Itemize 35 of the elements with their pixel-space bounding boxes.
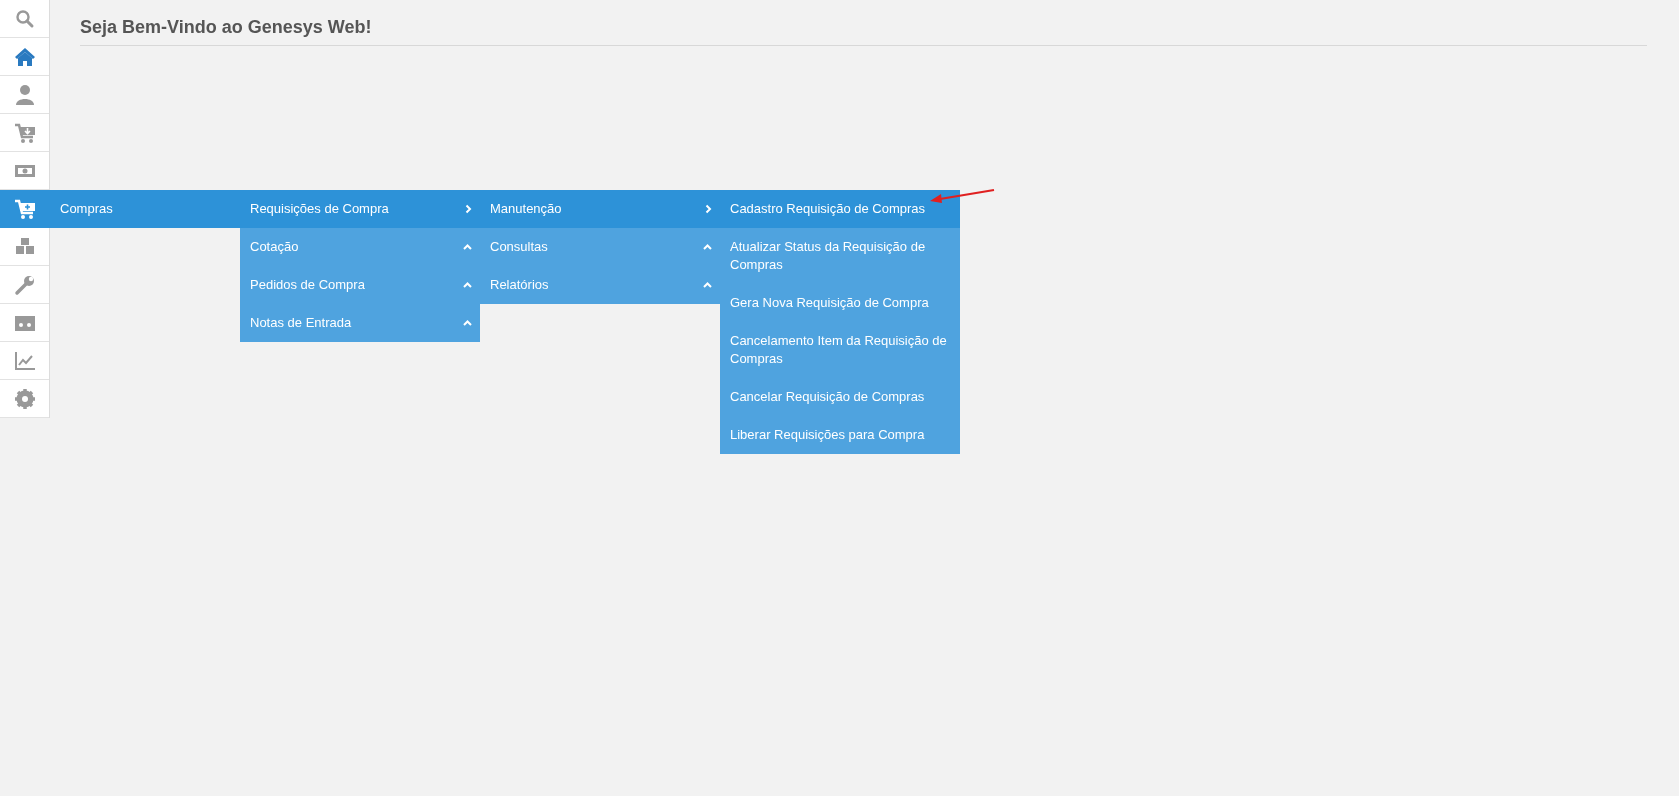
chart-icon xyxy=(13,349,36,372)
chevron-right-icon xyxy=(705,204,712,214)
menu-item[interactable]: Manutenção xyxy=(480,190,720,228)
menu-header: Compras xyxy=(49,190,240,228)
chevron-up-icon xyxy=(463,244,472,250)
menu-item-label: Consultas xyxy=(490,238,548,256)
chevron-up-icon xyxy=(463,320,472,326)
page-title: Seja Bem-Vindo ao Genesys Web! xyxy=(80,16,373,39)
menu-item-label: Cancelamento Item da Requisição de Compras xyxy=(730,332,948,368)
search-icon xyxy=(13,7,36,30)
chevron-up-icon xyxy=(703,282,712,288)
menu-item-label: Cotação xyxy=(250,238,299,256)
menu-item-label: Gera Nova Requisição de Compra xyxy=(730,294,929,312)
menu-item-label: Liberar Requisições para Compra xyxy=(730,426,925,444)
chevron-right-icon xyxy=(465,204,472,214)
menu-item-label: Pedidos de Compra xyxy=(250,276,365,294)
wrench-icon xyxy=(13,273,36,296)
home-icon xyxy=(13,45,36,68)
gear-icon xyxy=(13,387,36,410)
menu-item-label: Requisições de Compra xyxy=(250,200,389,218)
cart-icon xyxy=(13,121,36,144)
sidebar-item[interactable] xyxy=(0,190,49,228)
menu-item-label: Manutenção xyxy=(490,200,562,218)
menu-item-label: Notas de Entrada xyxy=(250,314,352,332)
annotation-arrow xyxy=(928,188,996,206)
menu-item-label: Cancelar Requisição de Compras xyxy=(730,388,925,406)
menu-item[interactable]: Requisições de Compra xyxy=(240,190,480,228)
chevron-up-icon xyxy=(463,282,472,288)
menu-item-label: Cadastro Requisição de Compras xyxy=(730,200,926,218)
menu-item-label: Relatórios xyxy=(490,276,549,294)
chevron-up-icon xyxy=(703,244,712,250)
menu-item-label: Atualizar Status da Requisição de Compras xyxy=(730,238,927,274)
user-icon xyxy=(13,83,36,106)
menu-item[interactable]: Cadastro Requisição de Compras xyxy=(720,190,960,228)
cart-icon xyxy=(13,197,36,220)
